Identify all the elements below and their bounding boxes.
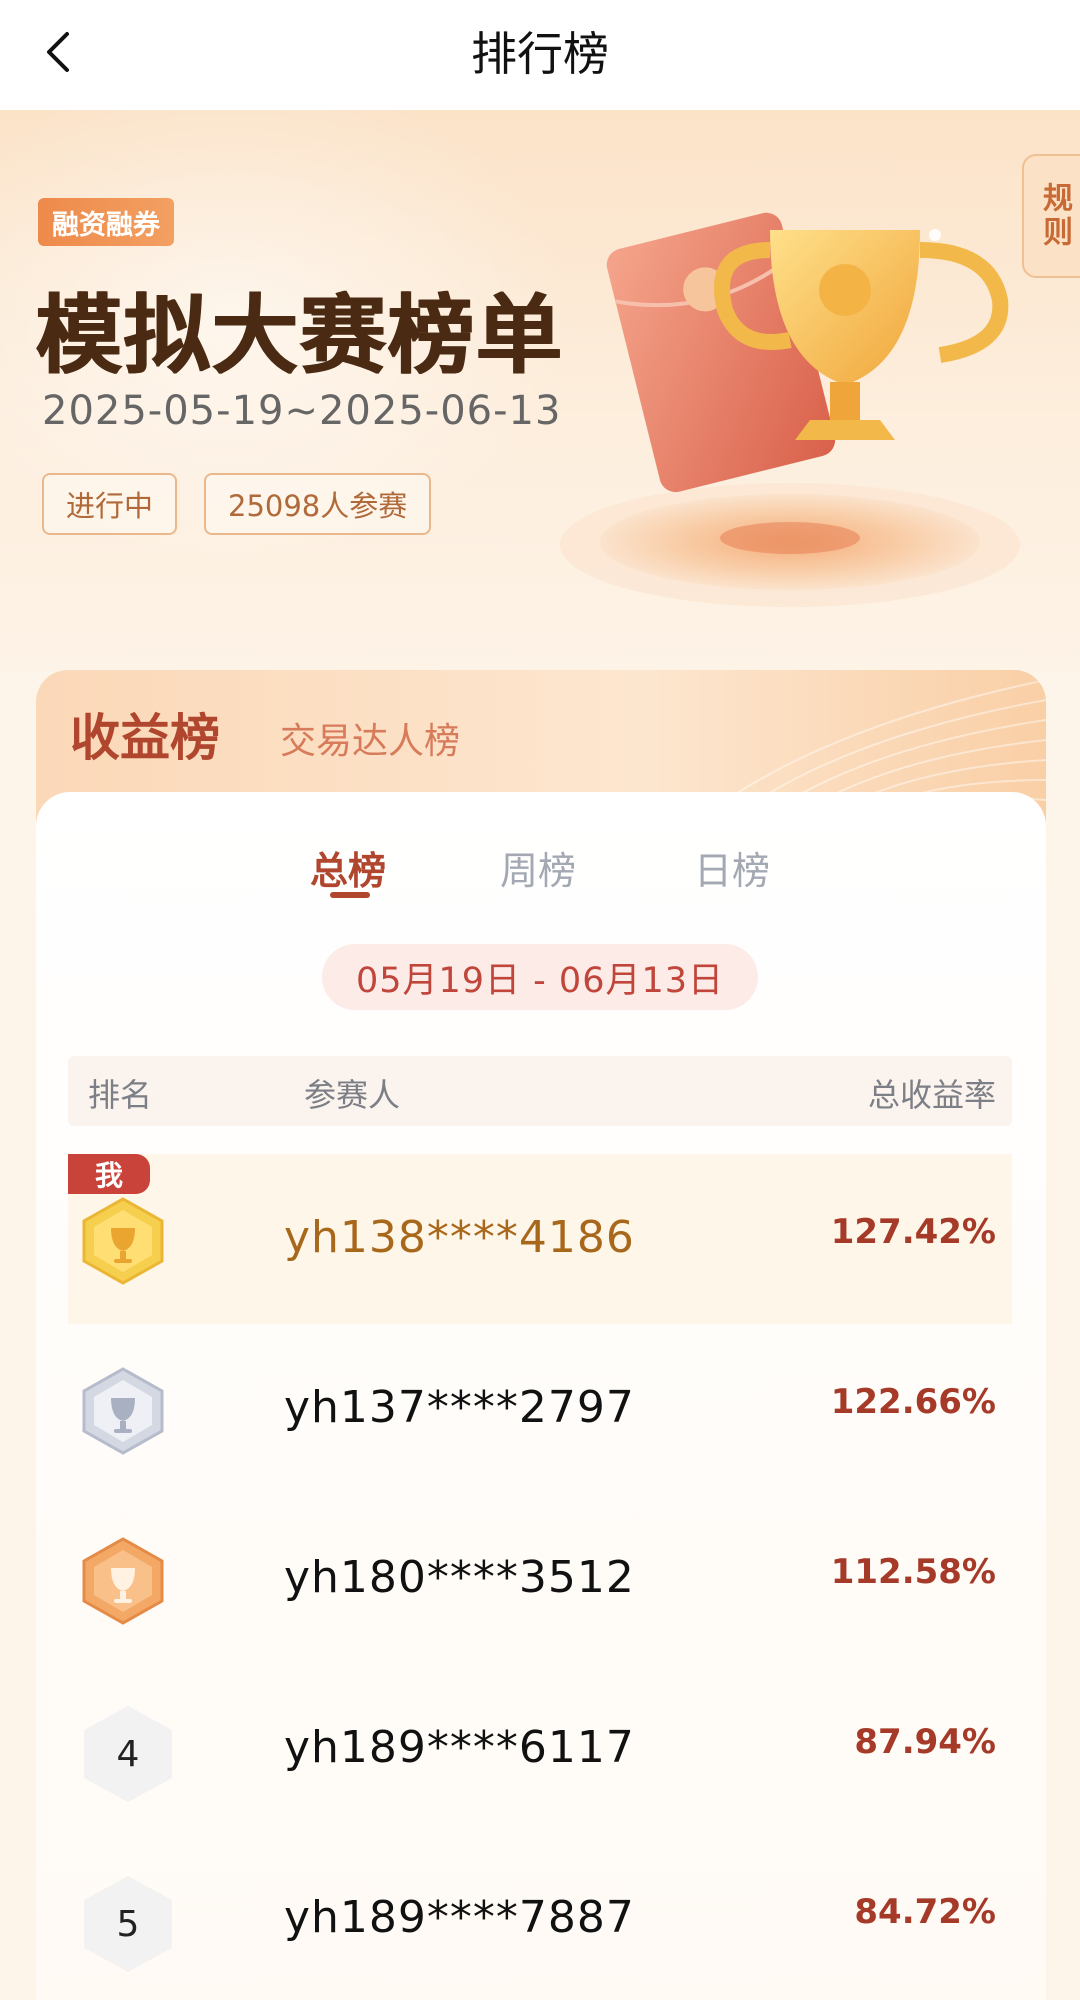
- total-return-rate: 112.58%: [830, 1552, 996, 1592]
- header-rank: 排名: [88, 1076, 153, 1114]
- status-badge: 进行中: [42, 473, 178, 535]
- total-return-rate: 87.94%: [854, 1722, 996, 1762]
- trophy-illustration: [560, 212, 1020, 607]
- active-tab-indicator: [330, 892, 370, 898]
- table-row[interactable]: 5 yh189****7887 84.72%: [68, 1834, 1012, 2000]
- subtab-daily[interactable]: 日榜: [694, 840, 770, 895]
- ranking-date-range: 05月19日 - 06月13日: [322, 944, 758, 1010]
- rank-number: 5: [116, 1903, 140, 1945]
- participant-name: yh189****7887: [284, 1892, 635, 1943]
- competition-dates: 2025-05-19~2025-06-13: [42, 388, 562, 434]
- table-row[interactable]: yh137****2797 122.66%: [68, 1324, 1012, 1494]
- tab-earnings-ranking[interactable]: 收益榜: [70, 698, 220, 770]
- participant-name: yh180****3512: [284, 1552, 635, 1603]
- participant-count-badge: 25098人参赛: [204, 473, 432, 535]
- hero-title: 模拟大赛榜单: [36, 286, 564, 386]
- page-title: 排行榜: [471, 27, 609, 81]
- total-return-rate: 84.72%: [854, 1892, 996, 1932]
- total-return-rate: 127.42%: [830, 1212, 996, 1252]
- leaderboard-card: 总榜 周榜 日榜 05月19日 - 06月13日 排名 参赛人 总收益率 我 y…: [36, 792, 1046, 2000]
- bronze-medal-icon: [82, 1537, 164, 1625]
- header-participant: 参赛人: [304, 1076, 401, 1114]
- hero-banner: 融资融券 模拟大赛榜单 2025-05-19~2025-06-13 进行中 25…: [0, 110, 1080, 670]
- nav-bar: 排行榜: [0, 0, 1080, 110]
- subtab-overall[interactable]: 总榜: [310, 840, 386, 895]
- tab-trading-expert-ranking[interactable]: 交易达人榜: [280, 712, 460, 764]
- participant-name: yh189****6117: [284, 1722, 635, 1773]
- category-tag: 融资融券: [38, 198, 174, 246]
- me-badge: 我: [68, 1154, 150, 1194]
- subtab-weekly[interactable]: 周榜: [500, 840, 576, 895]
- gold-medal-icon: [82, 1197, 164, 1285]
- rank-number: 4: [116, 1733, 140, 1775]
- table-row[interactable]: yh180****3512 112.58%: [68, 1494, 1012, 1664]
- table-row[interactable]: 4 yh189****6117 87.94%: [68, 1664, 1012, 1834]
- participant-name: yh137****2797: [284, 1382, 635, 1433]
- table-header: 排名 参赛人 总收益率: [68, 1056, 1012, 1126]
- header-total-return: 总收益率: [867, 1076, 996, 1114]
- total-return-rate: 122.66%: [830, 1382, 996, 1422]
- participant-name: yh138****4186: [284, 1212, 635, 1263]
- table-row-me[interactable]: 我 yh138****4186 127.42%: [68, 1154, 1012, 1324]
- silver-medal-icon: [82, 1367, 164, 1455]
